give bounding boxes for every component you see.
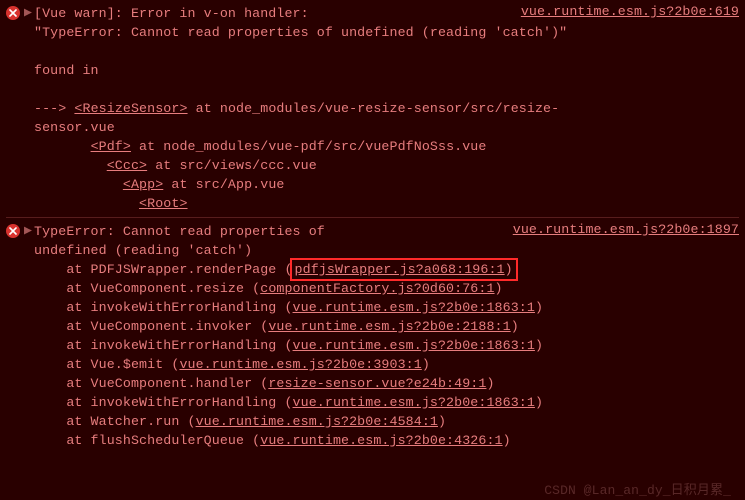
console-panel: ▶ [Vue warn]: Error in v-on handler: "Ty… [0,0,745,458]
error-icon [6,224,20,238]
log-message: [Vue warn]: Error in v-on handler: "Type… [34,4,739,213]
tree-arrow: ---> [34,101,66,116]
stack-close: ) [422,357,430,372]
stack-close: ) [495,281,503,296]
stack-close: ) [535,300,543,315]
found-in-label: found in [34,63,99,78]
stack-close: ) [511,319,519,334]
source-link[interactable]: vue.runtime.esm.js?2b0e:619 [521,4,739,19]
expand-caret[interactable]: ▶ [24,223,34,238]
stack-link[interactable]: vue.runtime.esm.js?2b0e:3903:1 [179,357,421,372]
highlight-box: pdfjsWrapper.js?a068:196:1) [290,258,518,281]
stack-line: at invokeWithErrorHandling ( [34,300,293,315]
error-text: TypeError: Cannot read properties of [34,224,333,239]
stack-line: at VueComponent.handler ( [34,376,268,391]
component-tag[interactable]: <Ccc> [107,158,147,173]
stack-link[interactable]: vue.runtime.esm.js?2b0e:1863:1 [293,338,535,353]
warn-prefix: [Vue warn]: Error in v-on handler: [34,6,317,21]
stack-line: at invokeWithErrorHandling ( [34,395,293,410]
source-link[interactable]: vue.runtime.esm.js?2b0e:1897 [513,222,739,237]
error-text: undefined (reading 'catch') [34,243,252,258]
stack-line: at PDFJSWrapper.renderPage ( [34,262,293,277]
component-path-wrap: sensor.vue [34,120,115,135]
stack-line: at VueComponent.resize ( [34,281,260,296]
component-tag[interactable]: <ResizeSensor> [74,101,187,116]
component-tag[interactable]: <Pdf> [91,139,131,154]
error-icon [6,6,20,20]
stack-close: ) [535,395,543,410]
stack-line: at invokeWithErrorHandling ( [34,338,293,353]
stack-close: ) [486,376,494,391]
stack-link[interactable]: pdfjsWrapper.js?a068:196:1 [295,262,505,277]
stack-line: at VueComponent.invoker ( [34,319,268,334]
stack-close: ) [535,338,543,353]
log-entry: ▶ [Vue warn]: Error in v-on handler: "Ty… [6,0,739,217]
stack-close: ) [503,433,511,448]
warn-message: "TypeError: Cannot read properties of un… [34,25,567,40]
stack-link[interactable]: componentFactory.js?0d60:76:1 [260,281,494,296]
component-tag[interactable]: <Root> [139,196,187,211]
stack-line: at Watcher.run ( [34,414,196,429]
component-tag[interactable]: <App> [123,177,163,192]
stack-close: ) [438,414,446,429]
component-path: at src/App.vue [163,177,284,192]
stack-link[interactable]: vue.runtime.esm.js?2b0e:2188:1 [268,319,510,334]
stack-link[interactable]: vue.runtime.esm.js?2b0e:4584:1 [196,414,438,429]
stack-link[interactable]: vue.runtime.esm.js?2b0e:1863:1 [293,300,535,315]
component-path: at node_modules/vue-resize-sensor/src/re… [188,101,560,116]
stack-line: at flushSchedulerQueue ( [34,433,260,448]
stack-close: ) [505,262,513,277]
stack-link[interactable]: vue.runtime.esm.js?2b0e:4326:1 [260,433,502,448]
component-path: at node_modules/vue-pdf/src/vuePdfNoSss.… [131,139,487,154]
stack-line: at Vue.$emit ( [34,357,179,372]
stack-link[interactable]: resize-sensor.vue?e24b:49:1 [268,376,486,391]
stack-link[interactable]: vue.runtime.esm.js?2b0e:1863:1 [293,395,535,410]
watermark-text: CSDN @Lan_an_dy_日积月累_ [544,479,731,498]
log-entry: ▶ TypeError: Cannot read properties of u… [6,217,739,454]
component-path: at src/views/ccc.vue [147,158,317,173]
log-message: TypeError: Cannot read properties of und… [34,222,739,450]
expand-caret[interactable]: ▶ [24,5,34,20]
